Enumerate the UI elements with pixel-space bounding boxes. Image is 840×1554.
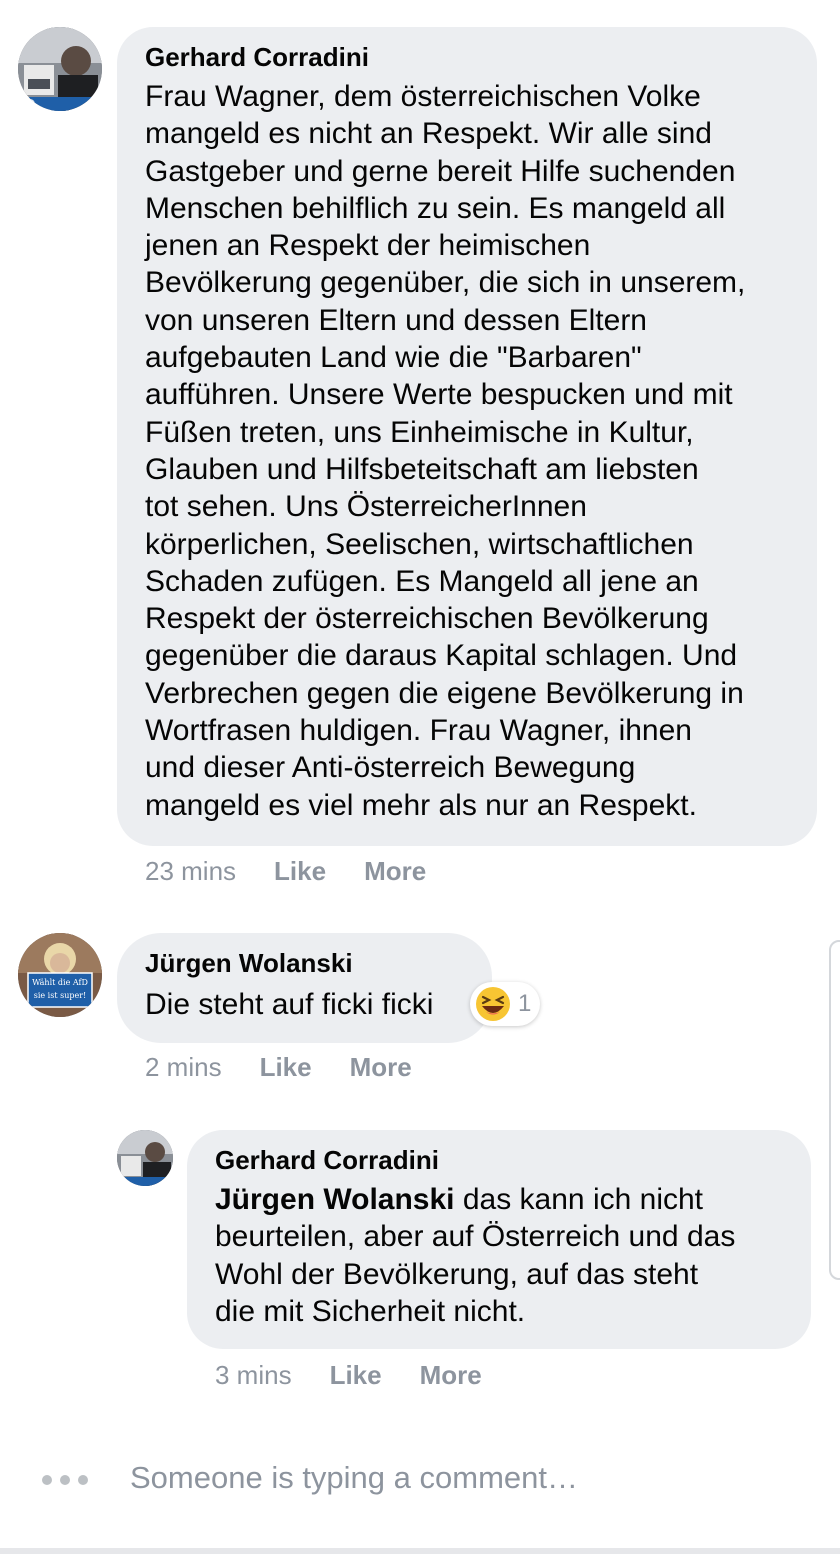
more-button[interactable]: More (364, 856, 426, 886)
comment-author[interactable]: Jürgen Wolanski (145, 948, 492, 978)
comment-timestamp: 23 mins (145, 856, 237, 886)
mention-link[interactable]: Jürgen Wolanski (215, 1183, 455, 1216)
comment-text: Frau Wagner, dem österreichischen Volke … (145, 80, 746, 822)
comment-text: Die steht auf ficki ficki (145, 988, 434, 1021)
more-button[interactable]: More (350, 1052, 412, 1082)
more-button[interactable]: More (420, 1360, 482, 1390)
comment-text: Jürgen Wolanski das kann ich nicht beurt… (215, 1181, 811, 1330)
avatar[interactable] (117, 1130, 173, 1186)
avatar[interactable]: Wählt die AfD sie ist super! (18, 933, 102, 1017)
profile-photo-icon (117, 1130, 173, 1186)
avatar[interactable] (18, 27, 102, 111)
comment-author[interactable]: Gerhard Corradini (145, 42, 817, 72)
comment-bubble: Jürgen Wolanski Die steht auf ficki fick… (117, 933, 492, 1043)
typing-indicator: Someone is typing a comment… (130, 1460, 578, 1495)
comment-actions: 2 mins Like More (145, 1052, 412, 1082)
like-button[interactable]: Like (330, 1360, 382, 1390)
svg-text:Wählt die AfD: Wählt die AfD (32, 978, 88, 987)
bottom-divider (0, 1548, 840, 1554)
comment-author[interactable]: Gerhard Corradini (215, 1145, 811, 1175)
laughing-emoji-icon (476, 987, 510, 1021)
comment-bubble: Gerhard Corradini Frau Wagner, dem öster… (117, 27, 817, 846)
side-panel-edge (829, 940, 840, 1280)
comment-actions: 23 mins Like More (145, 856, 426, 886)
comment-timestamp: 2 mins (145, 1052, 222, 1082)
profile-photo-icon (18, 27, 102, 111)
comment-timestamp: 3 mins (215, 1360, 292, 1390)
svg-text:sie ist super!: sie ist super! (34, 991, 87, 1000)
reply-bubble: Gerhard Corradini Jürgen Wolanski das ka… (187, 1130, 811, 1349)
like-button[interactable]: Like (274, 856, 326, 886)
like-button[interactable]: Like (260, 1052, 312, 1082)
reaction-count-value: 1 (518, 990, 532, 1017)
profile-photo-icon: Wählt die AfD sie ist super! (18, 933, 102, 1017)
comment-actions: 3 mins Like More (215, 1360, 482, 1390)
typing-dots-icon (42, 1475, 88, 1485)
reaction-count[interactable]: 1 (470, 982, 540, 1026)
